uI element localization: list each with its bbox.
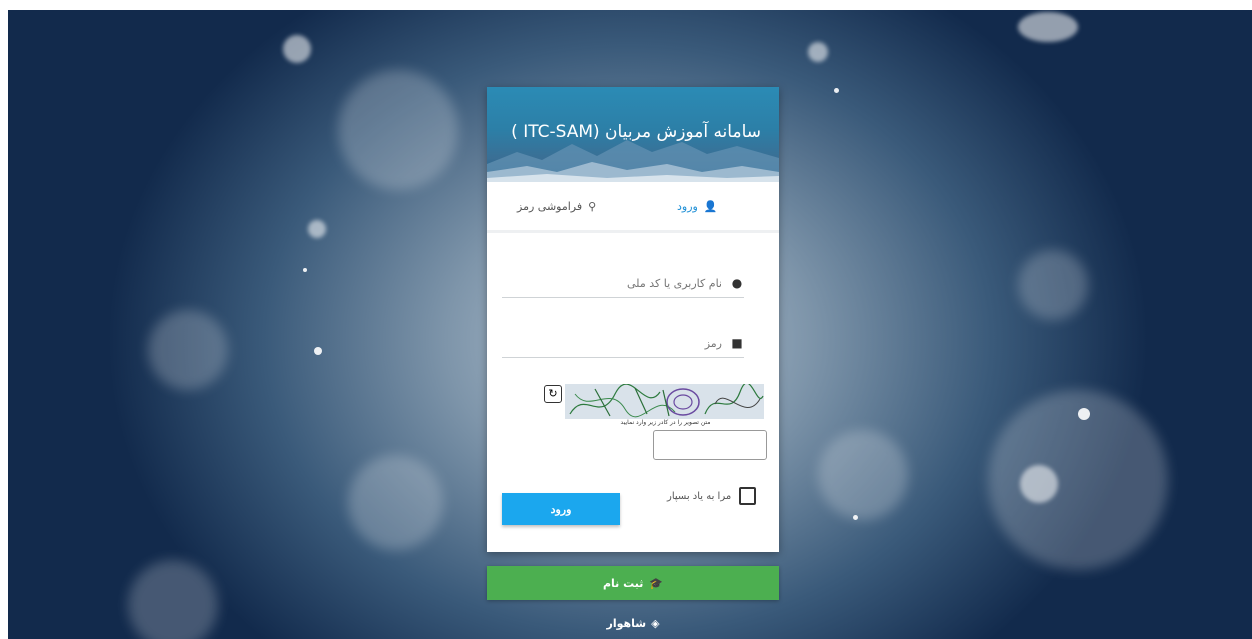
graduation-cap-icon: 🎓 [649,576,664,590]
page-title: سامانه آموزش مربیان (ITC-SAM ) [511,122,761,142]
password-input[interactable] [520,335,724,351]
key-icon: ⚲ [588,199,597,213]
captcha-refresh-button[interactable]: ↻ [544,385,562,403]
captcha-image [565,384,764,419]
tab-forgot-label: فراموشی رمز [517,199,583,213]
captcha-instruction: متن تصویر را در کادر زیر وارد نمایید [567,419,764,426]
remember-label: مرا به یاد بسپار [667,490,732,502]
tab-login-label: ورود [677,199,698,213]
register-button[interactable]: 🎓 ثبت نام [487,566,779,600]
diamond-icon: ◈ [651,617,660,630]
tab-login[interactable]: 👤 ورود [677,182,718,230]
captcha-input[interactable] [653,430,767,460]
user-icon: ● [731,276,743,290]
refresh-icon: ↻ [548,387,558,400]
tab-bar: 👤 ورود ⚲ فراموشی رمز [487,182,779,233]
lock-icon: ■ [731,336,743,350]
username-input[interactable] [520,275,724,291]
remember-checkbox[interactable] [739,487,757,505]
tab-forgot-password[interactable]: ⚲ فراموشی رمز [517,182,596,230]
username-field: ● [502,269,744,298]
password-field: ■ [502,329,744,358]
register-label: ثبت نام [602,576,644,590]
login-card: سامانه آموزش مربیان (ITC-SAM ) 👤 ورود ⚲ … [487,87,779,552]
remember-me: مرا به یاد بسپار [667,487,757,505]
login-button[interactable]: ورود [502,493,620,525]
user-icon: 👤 [703,199,718,213]
shahvar-label: شاهوار [606,617,647,630]
card-header: سامانه آموزش مربیان (ITC-SAM ) [487,87,779,182]
shahvar-link[interactable]: ◈ شاهوار [597,617,669,630]
